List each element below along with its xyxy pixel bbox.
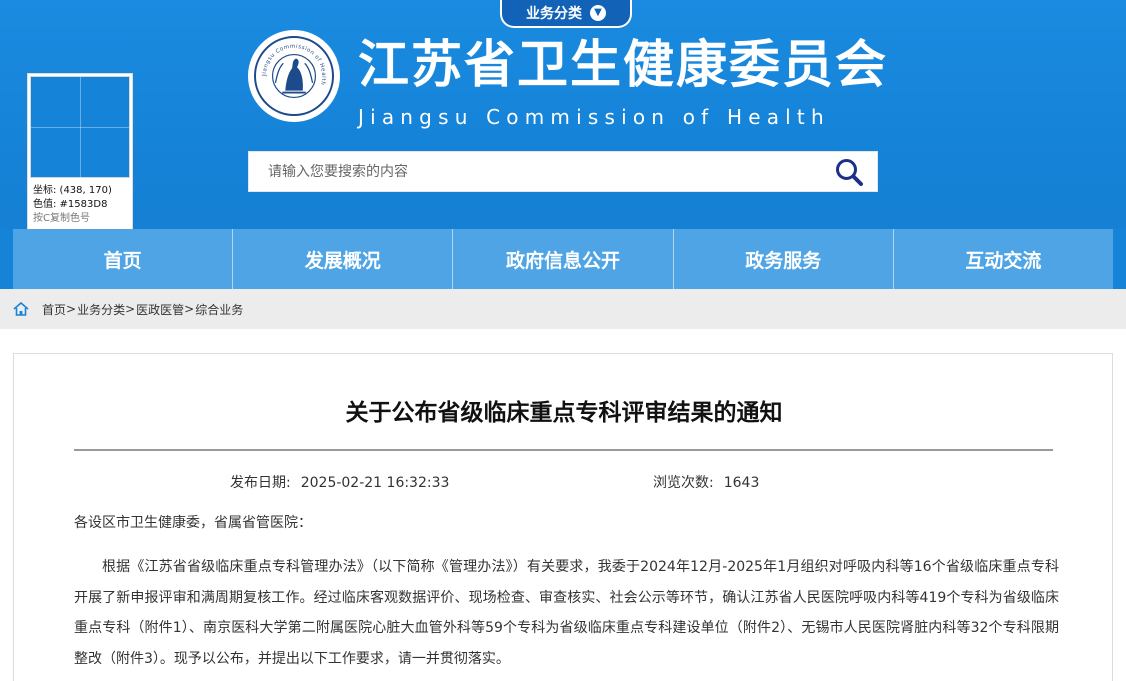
business-category-label: 业务分类 [526, 6, 582, 22]
article-salutation: 各设区市卫生健康委，省属省管医院： [74, 515, 312, 531]
search-button[interactable] [821, 152, 877, 191]
business-category-tab[interactable]: 业务分类 ▼ [500, 0, 632, 28]
chevron-down-icon: ▼ [590, 5, 606, 21]
site-title-chinese: 江苏省卫生健康委员会 [358, 36, 889, 95]
view-count-value: 1643 [723, 475, 760, 491]
picker-hint: 按C复制色号 [33, 213, 90, 224]
breadcrumb-trail: 首页 > 业务分类 > 医政医管 > 综合业务 [42, 289, 243, 329]
emblem-artwork: Jiangsu Commission of Health [262, 44, 326, 99]
article-card: 关于公布省级临床重点专科评审结果的通知 发布日期: 2025-02-21 16:3… [13, 353, 1113, 681]
color-picker-overlay: 坐标: (438, 170) 色值: #1583D8 按C复制色号 [27, 73, 133, 236]
view-count: 浏览次数: 1643 [653, 472, 759, 492]
publish-date: 发布日期: 2025-02-21 16:32:33 [230, 472, 449, 492]
breadcrumb-separator: > [125, 302, 136, 316]
title-divider [74, 449, 1053, 451]
breadcrumb-general-affairs[interactable]: 综合业务 [195, 301, 243, 318]
breadcrumb-business-category[interactable]: 业务分类 [77, 301, 125, 318]
nav-item-development-overview[interactable]: 发展概况 [233, 229, 454, 289]
nav-item-government-services[interactable]: 政务服务 [674, 229, 894, 289]
emblem-ring: Jiangsu Commission of Health [254, 36, 334, 116]
nav-item-government-info[interactable]: 政府信息公开 [453, 229, 674, 289]
publish-date-label: 发布日期: [230, 475, 291, 491]
picker-color-value: 色值: #1583D8 [33, 199, 108, 210]
site-title-english: Jiangsu Commission of Health [358, 105, 830, 129]
search-icon [836, 158, 863, 186]
article-paragraph: 根据《江苏省省级临床重点专科管理办法》（以下简称《管理办法》）有关要求，我委于2… [74, 559, 1059, 667]
nav-item-interaction[interactable]: 互动交流 [894, 229, 1113, 289]
site-header: 业务分类 ▼ Jiangsu Commission of Health 江苏省卫… [0, 0, 1126, 289]
search-box [248, 151, 878, 192]
jiangsu-health-emblem-icon[interactable]: Jiangsu Commission of Health [248, 30, 340, 122]
view-count-label: 浏览次数: [653, 475, 714, 491]
breadcrumb-separator: > [66, 302, 77, 316]
breadcrumb: 首页 > 业务分类 > 医政医管 > 综合业务 [0, 289, 1126, 329]
article-title: 关于公布省级临床重点专科评审结果的通知 [345, 400, 783, 426]
main-nav: 首页 发展概况 政府信息公开 政务服务 互动交流 [13, 229, 1113, 289]
nav-item-home[interactable]: 首页 [13, 229, 234, 289]
publish-date-value: 2025-02-21 16:32:33 [300, 475, 450, 491]
breadcrumb-separator: > [184, 302, 195, 316]
color-picker-readout: 坐标: (438, 170) 色值: #1583D8 按C复制色号 [33, 184, 112, 226]
picker-coords: 坐标: (438, 170) [33, 185, 112, 196]
home-icon[interactable] [13, 302, 29, 316]
search-input[interactable] [249, 152, 821, 191]
breadcrumb-medical-administration[interactable]: 医政医管 [136, 301, 184, 318]
breadcrumb-home[interactable]: 首页 [42, 301, 66, 318]
color-swatch [30, 76, 130, 178]
